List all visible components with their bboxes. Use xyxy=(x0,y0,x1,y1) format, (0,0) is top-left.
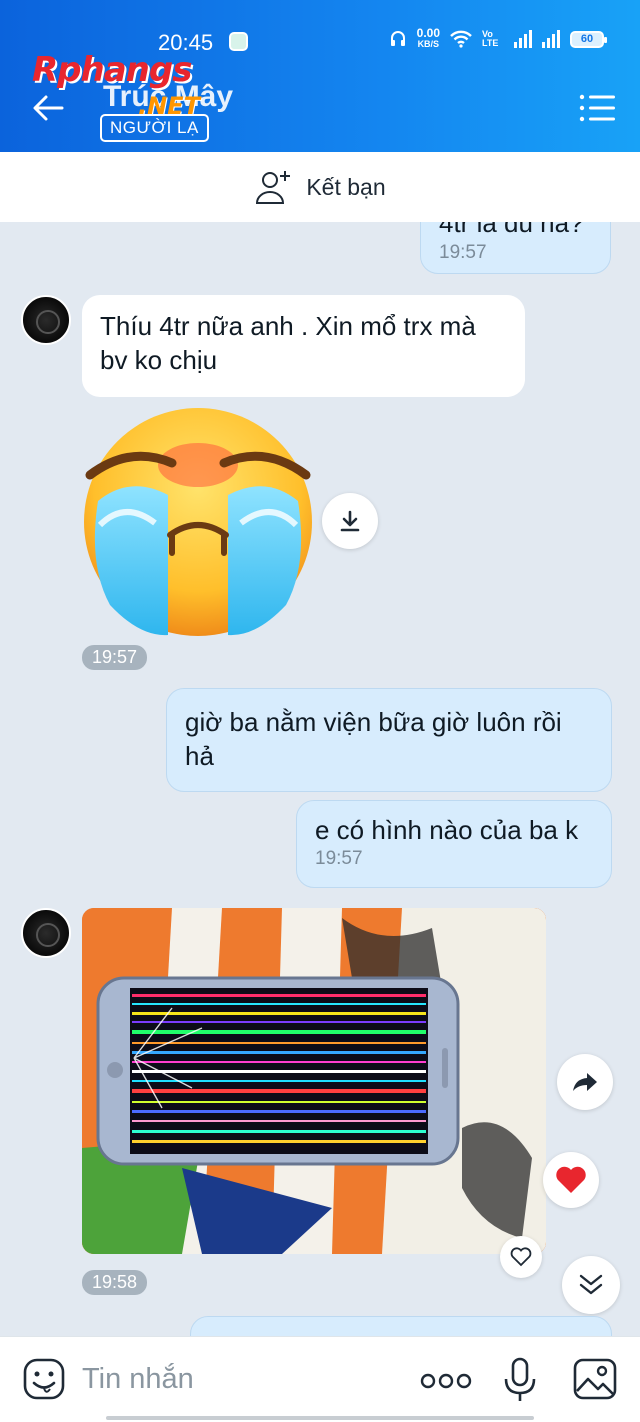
back-arrow-icon[interactable] xyxy=(30,90,66,126)
volte-badge: Vo LTE xyxy=(482,29,499,48)
message-outgoing[interactable]: e có hình nào của ba k 19:57 xyxy=(296,800,612,888)
message-text: Thíu 4tr nữa anh . Xin mổ trx mà bv ko c… xyxy=(100,311,476,375)
net-speed: 0.00 KB/S xyxy=(416,26,440,50)
gesture-nav-bar[interactable] xyxy=(106,1416,534,1420)
download-icon xyxy=(340,510,360,532)
scroll-down-button[interactable] xyxy=(562,1256,620,1314)
add-friend-label: Kết bạn xyxy=(306,173,386,200)
photo-broken-phone xyxy=(82,908,546,1254)
image-icon[interactable] xyxy=(572,1357,618,1401)
message-input[interactable]: Tin nhắn xyxy=(82,1363,194,1396)
emoji-icon[interactable] xyxy=(22,1357,66,1401)
wifi-icon xyxy=(450,30,472,48)
status-right-group: 0.00 KB/S Vo LTE 60 xyxy=(389,26,607,50)
message-outgoing-partial[interactable]: 4tr là đủ hả? 19:57 xyxy=(420,222,611,274)
watermark-logo-sub: .NET xyxy=(138,92,200,120)
signal-1-icon xyxy=(514,30,532,48)
message-incoming[interactable]: Thíu 4tr nữa anh . Xin mổ trx mà bv ko c… xyxy=(82,295,525,397)
message-time: 19:57 xyxy=(315,848,363,869)
battery-level: 60 xyxy=(580,33,594,45)
add-friend-icon xyxy=(256,171,291,204)
notification-app-icon xyxy=(229,32,248,51)
message-text: e có hình nào của ba k xyxy=(315,815,579,845)
headset-icon xyxy=(390,31,405,46)
message-outgoing[interactable]: giờ ba nằm viện bữa giờ luôn rồi hả xyxy=(166,688,612,792)
composer-bar: Tin nhắn xyxy=(0,1336,640,1422)
net-speed-value: 0.00 xyxy=(416,26,440,40)
signal-2-icon xyxy=(542,30,560,48)
message-time: 19:57 xyxy=(82,645,148,670)
net-speed-unit: KB/S xyxy=(417,39,440,49)
message-text: 4tr là đủ hả? xyxy=(439,222,584,238)
battery-icon: 60 xyxy=(570,30,607,48)
message-outgoing-partial[interactable] xyxy=(190,1316,612,1336)
more-icon[interactable] xyxy=(420,1373,472,1389)
heart-reaction-icon xyxy=(556,1166,586,1193)
share-forward-icon xyxy=(573,1073,597,1091)
share-button[interactable] xyxy=(557,1054,613,1110)
watermark-logo: Rphangs xyxy=(32,50,192,90)
add-friend-button[interactable]: Kết bạn xyxy=(0,152,640,222)
message-time: 19:58 xyxy=(82,1270,148,1295)
heart-reaction-button[interactable] xyxy=(543,1152,599,1208)
crying-sticker[interactable] xyxy=(80,405,316,639)
chat-area[interactable]: 4tr là đủ hả? 19:57 Thíu 4tr nữa anh . X… xyxy=(0,222,640,1336)
download-button[interactable] xyxy=(322,493,378,549)
scroll-down-icon xyxy=(579,1274,603,1295)
message-text: giờ ba nằm viện bữa giờ luôn rồi hả xyxy=(185,707,562,771)
message-time: 19:57 xyxy=(439,242,487,263)
react-button[interactable] xyxy=(500,1236,542,1278)
photo-message[interactable] xyxy=(82,908,546,1254)
heart-outline-icon xyxy=(510,1247,532,1267)
avatar[interactable] xyxy=(21,908,71,958)
header-bar: 20:45 0.00 KB/S Vo LTE 60 Trúc Mây NGƯỜI… xyxy=(0,0,640,152)
avatar[interactable] xyxy=(21,295,71,345)
mic-icon[interactable] xyxy=(502,1357,538,1403)
menu-icon[interactable] xyxy=(578,92,616,124)
